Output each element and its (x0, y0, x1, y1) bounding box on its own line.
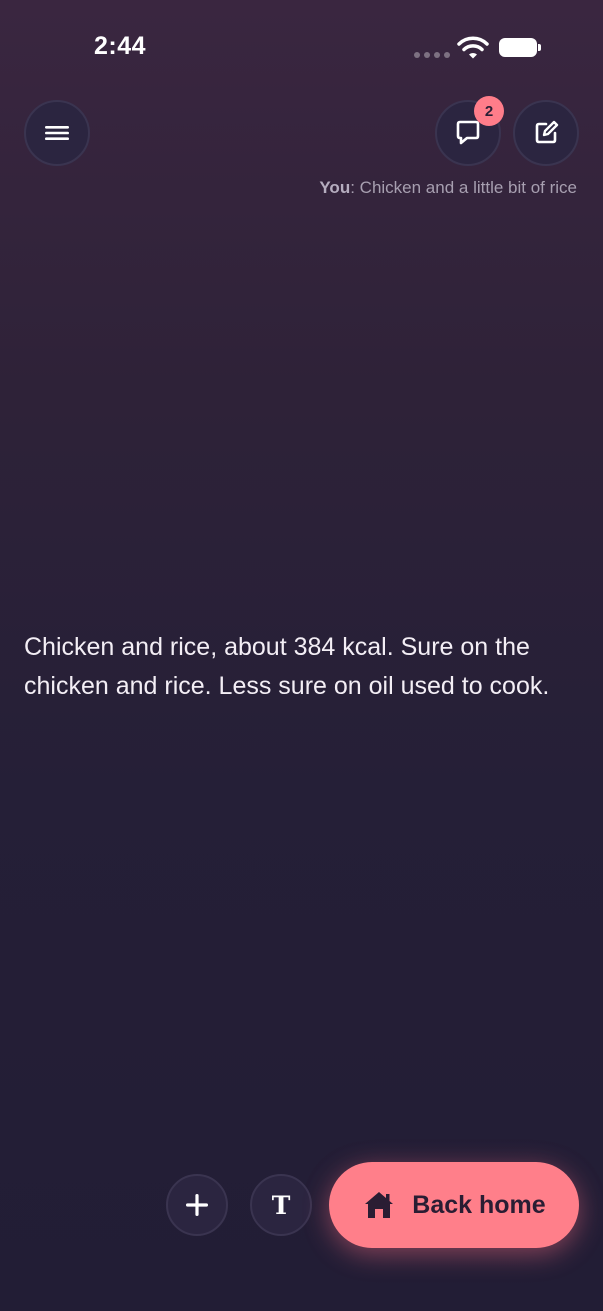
status-bar: 2:44 (0, 0, 603, 96)
add-button[interactable] (166, 1174, 228, 1236)
unread-count-badge: 2 (474, 96, 504, 126)
cellular-signal-icon (414, 52, 450, 60)
message-sender: You (319, 178, 351, 197)
back-home-button[interactable]: Back home (329, 1162, 579, 1248)
last-message-preview[interactable]: You: Chicken and a little bit of rice (319, 178, 577, 198)
edit-square-icon (535, 120, 559, 144)
hamburger-menu-icon (45, 126, 69, 140)
plus-icon (186, 1194, 208, 1216)
menu-button[interactable] (24, 100, 90, 166)
message-text: : Chicken and a little bit of rice (350, 178, 577, 197)
assistant-response: Chicken and rice, about 384 kcal. Sure o… (24, 633, 550, 700)
text-input-button[interactable]: T (250, 1174, 312, 1236)
new-entry-button[interactable] (513, 100, 579, 166)
home-icon (365, 1192, 394, 1218)
text-mode-icon: T (271, 1190, 291, 1220)
status-time: 2:44 (94, 32, 147, 60)
back-home-label: Back home (412, 1190, 546, 1219)
wifi-icon (457, 36, 489, 60)
battery-icon (499, 38, 541, 57)
